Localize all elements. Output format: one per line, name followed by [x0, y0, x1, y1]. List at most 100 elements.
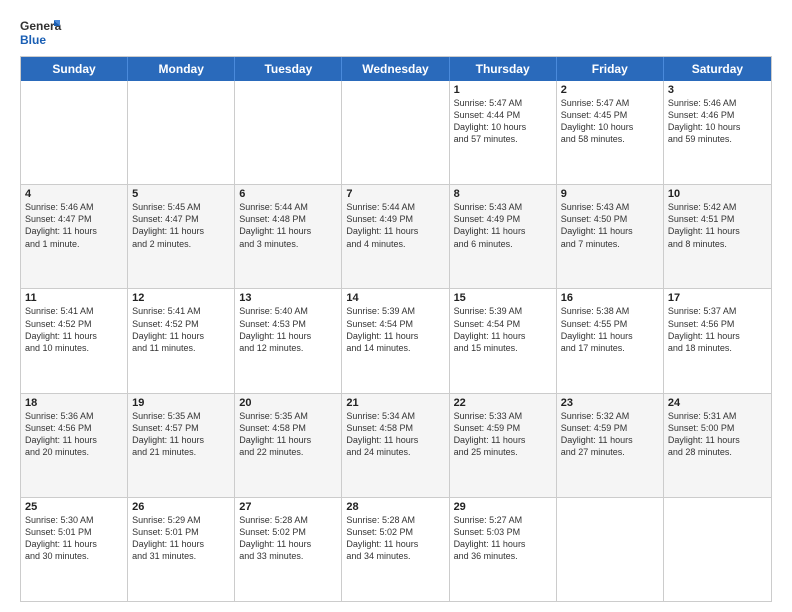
- day-info: Sunrise: 5:47 AM Sunset: 4:45 PM Dayligh…: [561, 97, 659, 146]
- day-info: Sunrise: 5:39 AM Sunset: 4:54 PM Dayligh…: [346, 305, 444, 354]
- day-number: 24: [668, 397, 767, 409]
- cal-cell-1-2: 6Sunrise: 5:44 AM Sunset: 4:48 PM Daylig…: [235, 185, 342, 288]
- day-info: Sunrise: 5:35 AM Sunset: 4:57 PM Dayligh…: [132, 410, 230, 459]
- cal-cell-3-6: 24Sunrise: 5:31 AM Sunset: 5:00 PM Dayli…: [664, 394, 771, 497]
- cal-cell-0-1: [128, 81, 235, 184]
- cal-cell-4-1: 26Sunrise: 5:29 AM Sunset: 5:01 PM Dayli…: [128, 498, 235, 601]
- day-info: Sunrise: 5:32 AM Sunset: 4:59 PM Dayligh…: [561, 410, 659, 459]
- cal-cell-1-0: 4Sunrise: 5:46 AM Sunset: 4:47 PM Daylig…: [21, 185, 128, 288]
- day-info: Sunrise: 5:29 AM Sunset: 5:01 PM Dayligh…: [132, 514, 230, 563]
- calendar-row-1: 4Sunrise: 5:46 AM Sunset: 4:47 PM Daylig…: [21, 185, 771, 289]
- day-info: Sunrise: 5:43 AM Sunset: 4:49 PM Dayligh…: [454, 201, 552, 250]
- day-number: 9: [561, 188, 659, 200]
- header-day-monday: Monday: [128, 57, 235, 81]
- day-info: Sunrise: 5:36 AM Sunset: 4:56 PM Dayligh…: [25, 410, 123, 459]
- cal-cell-1-6: 10Sunrise: 5:42 AM Sunset: 4:51 PM Dayli…: [664, 185, 771, 288]
- day-number: 17: [668, 292, 767, 304]
- header: General Blue: [20, 16, 772, 48]
- day-number: 6: [239, 188, 337, 200]
- header-day-saturday: Saturday: [664, 57, 771, 81]
- day-info: Sunrise: 5:38 AM Sunset: 4:55 PM Dayligh…: [561, 305, 659, 354]
- day-number: 1: [454, 84, 552, 96]
- header-day-sunday: Sunday: [21, 57, 128, 81]
- cal-cell-2-4: 15Sunrise: 5:39 AM Sunset: 4:54 PM Dayli…: [450, 289, 557, 392]
- day-info: Sunrise: 5:45 AM Sunset: 4:47 PM Dayligh…: [132, 201, 230, 250]
- cal-cell-3-0: 18Sunrise: 5:36 AM Sunset: 4:56 PM Dayli…: [21, 394, 128, 497]
- day-info: Sunrise: 5:28 AM Sunset: 5:02 PM Dayligh…: [346, 514, 444, 563]
- cal-cell-2-2: 13Sunrise: 5:40 AM Sunset: 4:53 PM Dayli…: [235, 289, 342, 392]
- day-info: Sunrise: 5:35 AM Sunset: 4:58 PM Dayligh…: [239, 410, 337, 459]
- cal-cell-4-6: [664, 498, 771, 601]
- day-number: 27: [239, 501, 337, 513]
- logo: General Blue: [20, 16, 62, 48]
- cal-cell-0-6: 3Sunrise: 5:46 AM Sunset: 4:46 PM Daylig…: [664, 81, 771, 184]
- cal-cell-1-4: 8Sunrise: 5:43 AM Sunset: 4:49 PM Daylig…: [450, 185, 557, 288]
- day-info: Sunrise: 5:40 AM Sunset: 4:53 PM Dayligh…: [239, 305, 337, 354]
- cal-cell-4-4: 29Sunrise: 5:27 AM Sunset: 5:03 PM Dayli…: [450, 498, 557, 601]
- day-number: 18: [25, 397, 123, 409]
- day-info: Sunrise: 5:44 AM Sunset: 4:49 PM Dayligh…: [346, 201, 444, 250]
- calendar-row-3: 18Sunrise: 5:36 AM Sunset: 4:56 PM Dayli…: [21, 394, 771, 498]
- day-number: 26: [132, 501, 230, 513]
- day-number: 12: [132, 292, 230, 304]
- cal-cell-3-4: 22Sunrise: 5:33 AM Sunset: 4:59 PM Dayli…: [450, 394, 557, 497]
- day-number: 2: [561, 84, 659, 96]
- svg-text:Blue: Blue: [20, 33, 46, 47]
- cal-cell-3-1: 19Sunrise: 5:35 AM Sunset: 4:57 PM Dayli…: [128, 394, 235, 497]
- day-info: Sunrise: 5:39 AM Sunset: 4:54 PM Dayligh…: [454, 305, 552, 354]
- calendar-body: 1Sunrise: 5:47 AM Sunset: 4:44 PM Daylig…: [21, 81, 771, 601]
- cal-cell-0-2: [235, 81, 342, 184]
- cal-cell-4-2: 27Sunrise: 5:28 AM Sunset: 5:02 PM Dayli…: [235, 498, 342, 601]
- header-day-friday: Friday: [557, 57, 664, 81]
- calendar-row-0: 1Sunrise: 5:47 AM Sunset: 4:44 PM Daylig…: [21, 81, 771, 185]
- day-info: Sunrise: 5:34 AM Sunset: 4:58 PM Dayligh…: [346, 410, 444, 459]
- cal-cell-1-1: 5Sunrise: 5:45 AM Sunset: 4:47 PM Daylig…: [128, 185, 235, 288]
- cal-cell-4-5: [557, 498, 664, 601]
- header-day-thursday: Thursday: [450, 57, 557, 81]
- day-number: 5: [132, 188, 230, 200]
- day-info: Sunrise: 5:31 AM Sunset: 5:00 PM Dayligh…: [668, 410, 767, 459]
- page: General Blue SundayMondayTuesdayWednesda…: [0, 0, 792, 612]
- day-info: Sunrise: 5:44 AM Sunset: 4:48 PM Dayligh…: [239, 201, 337, 250]
- day-info: Sunrise: 5:27 AM Sunset: 5:03 PM Dayligh…: [454, 514, 552, 563]
- day-number: 10: [668, 188, 767, 200]
- day-info: Sunrise: 5:30 AM Sunset: 5:01 PM Dayligh…: [25, 514, 123, 563]
- day-info: Sunrise: 5:43 AM Sunset: 4:50 PM Dayligh…: [561, 201, 659, 250]
- day-number: 22: [454, 397, 552, 409]
- cal-cell-4-0: 25Sunrise: 5:30 AM Sunset: 5:01 PM Dayli…: [21, 498, 128, 601]
- day-number: 25: [25, 501, 123, 513]
- day-number: 23: [561, 397, 659, 409]
- day-info: Sunrise: 5:28 AM Sunset: 5:02 PM Dayligh…: [239, 514, 337, 563]
- cal-cell-2-5: 16Sunrise: 5:38 AM Sunset: 4:55 PM Dayli…: [557, 289, 664, 392]
- cal-cell-3-2: 20Sunrise: 5:35 AM Sunset: 4:58 PM Dayli…: [235, 394, 342, 497]
- day-number: 8: [454, 188, 552, 200]
- cal-cell-3-3: 21Sunrise: 5:34 AM Sunset: 4:58 PM Dayli…: [342, 394, 449, 497]
- cal-cell-1-5: 9Sunrise: 5:43 AM Sunset: 4:50 PM Daylig…: [557, 185, 664, 288]
- cal-cell-2-0: 11Sunrise: 5:41 AM Sunset: 4:52 PM Dayli…: [21, 289, 128, 392]
- logo-svg: General Blue: [20, 16, 62, 48]
- day-number: 28: [346, 501, 444, 513]
- day-number: 4: [25, 188, 123, 200]
- day-number: 16: [561, 292, 659, 304]
- day-number: 13: [239, 292, 337, 304]
- day-info: Sunrise: 5:41 AM Sunset: 4:52 PM Dayligh…: [132, 305, 230, 354]
- header-day-tuesday: Tuesday: [235, 57, 342, 81]
- cal-cell-0-3: [342, 81, 449, 184]
- cal-cell-0-0: [21, 81, 128, 184]
- cal-cell-3-5: 23Sunrise: 5:32 AM Sunset: 4:59 PM Dayli…: [557, 394, 664, 497]
- day-number: 20: [239, 397, 337, 409]
- cal-cell-2-1: 12Sunrise: 5:41 AM Sunset: 4:52 PM Dayli…: [128, 289, 235, 392]
- calendar-row-2: 11 Sunrise: 5:41 AM Sunset: 4:52 PM Dayli…: [21, 289, 771, 393]
- day-info: Sunrise: 5:46 AM Sunset: 4:47 PM Dayligh…: [25, 201, 123, 250]
- calendar-header: SundayMondayTuesdayWednesdayThursdayFrid…: [21, 57, 771, 81]
- day-info: Sunrise: 5:37 AM Sunset: 4:56 PM Dayligh…: [668, 305, 767, 354]
- day-info: Sunrise: 5:33 AM Sunset: 4:59 PM Dayligh…: [454, 410, 552, 459]
- cal-cell-2-6: 17Sunrise: 5:37 AM Sunset: 4:56 PM Dayli…: [664, 289, 771, 392]
- cal-cell-2-3: 14Sunrise: 5:39 AM Sunset: 4:54 PM Dayli…: [342, 289, 449, 392]
- cal-cell-1-3: 7Sunrise: 5:44 AM Sunset: 4:49 PM Daylig…: [342, 185, 449, 288]
- day-info: Sunrise: 5:47 AM Sunset: 4:44 PM Dayligh…: [454, 97, 552, 146]
- day-info: Sunrise: 5:46 AM Sunset: 4:46 PM Dayligh…: [668, 97, 767, 146]
- day-number: 3: [668, 84, 767, 96]
- day-number: 11: [25, 292, 123, 304]
- day-number: 15: [454, 292, 552, 304]
